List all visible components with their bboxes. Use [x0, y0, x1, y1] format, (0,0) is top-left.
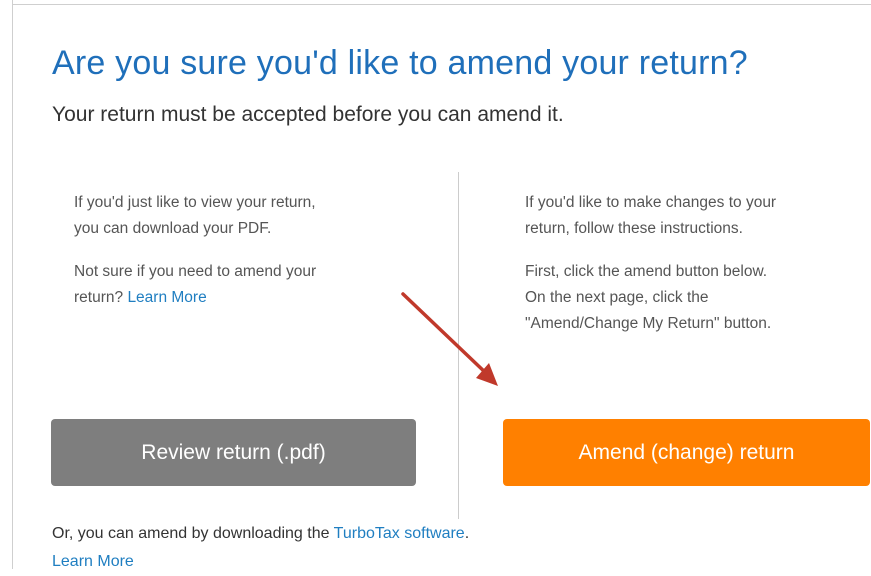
- review-return-button[interactable]: Review return (.pdf): [51, 419, 416, 486]
- left-question-line-2: return?: [74, 289, 124, 306]
- right-steps-line-2: On the next page, click the: [525, 289, 709, 306]
- amend-return-button[interactable]: Amend (change) return: [503, 419, 870, 486]
- footer-learn-more-link[interactable]: Learn More: [52, 553, 134, 570]
- dialog-subtitle: Your return must be accepted before you …: [52, 103, 564, 126]
- right-change-line-1: If you'd like to make changes to your: [525, 194, 777, 211]
- footer-suffix: .: [464, 525, 470, 542]
- left-view-line-2: you can download your PDF.: [74, 220, 272, 237]
- amend-dialog: Are you sure you'd like to amend your re…: [0, 0, 871, 570]
- right-steps-line-1: First, click the amend button below.: [525, 263, 768, 280]
- right-change-line-2: return, follow these instructions.: [525, 220, 743, 237]
- column-divider: [458, 172, 459, 519]
- left-question-line-1: Not sure if you need to amend your: [74, 263, 317, 280]
- right-steps-line-3: "Amend/Change My Return" button.: [525, 315, 772, 332]
- learn-more-link[interactable]: Learn More: [127, 289, 206, 306]
- left-amend-question: Not sure if you need to amend your retur…: [74, 259, 316, 311]
- footer-text: Or, you can amend by downloading the Tur…: [52, 520, 469, 576]
- footer-prefix: Or, you can amend by downloading the: [52, 525, 330, 542]
- dialog-border-left: [12, 0, 13, 569]
- turbotax-software-link[interactable]: TurboTax software: [334, 525, 465, 542]
- right-amend-steps: First, click the amend button below. On …: [525, 259, 771, 337]
- left-view-instructions: If you'd just like to view your return, …: [74, 190, 316, 242]
- left-view-line-1: If you'd just like to view your return,: [74, 194, 316, 211]
- right-change-instructions: If you'd like to make changes to your re…: [525, 190, 776, 242]
- dialog-title: Are you sure you'd like to amend your re…: [52, 44, 748, 82]
- dialog-border-top: [12, 4, 871, 5]
